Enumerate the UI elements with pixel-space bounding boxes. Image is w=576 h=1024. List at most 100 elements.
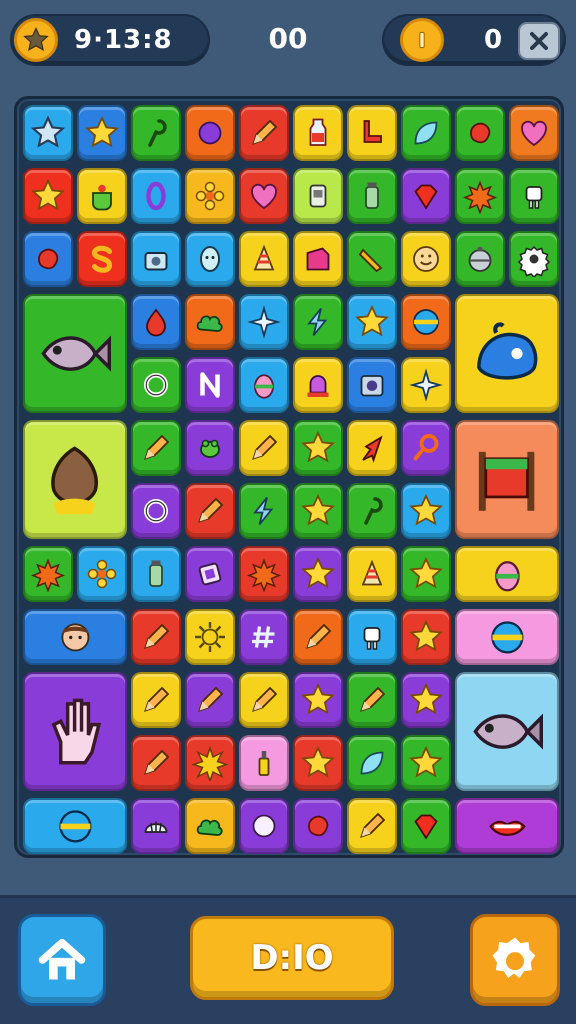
tile-whale-large[interactable] xyxy=(455,294,559,413)
tile-arrow[interactable] xyxy=(347,420,397,476)
tile-cone[interactable] xyxy=(239,231,289,287)
tile-star[interactable] xyxy=(77,105,127,161)
tile-drop[interactable] xyxy=(131,294,181,350)
tile-camera[interactable] xyxy=(131,231,181,287)
tile-ring[interactable] xyxy=(131,357,181,413)
tile-star-7[interactable] xyxy=(293,546,343,602)
tile-pencil-5[interactable] xyxy=(131,609,181,665)
tile-hook-2[interactable] xyxy=(347,483,397,539)
tile-gem-2[interactable] xyxy=(401,798,451,854)
tile-pencil-7[interactable] xyxy=(131,672,181,728)
tile-ball[interactable] xyxy=(401,294,451,350)
tile-sparkle-2[interactable] xyxy=(401,357,451,413)
tile-bush[interactable] xyxy=(185,294,235,350)
tile-leaf-2[interactable] xyxy=(347,735,397,791)
tile-gear[interactable] xyxy=(509,231,559,287)
tile-sun[interactable] xyxy=(185,609,235,665)
tile-ornament[interactable] xyxy=(455,231,505,287)
tile-magnifier[interactable] xyxy=(401,420,451,476)
tile-hook[interactable] xyxy=(131,105,181,161)
tile-pencil-3[interactable] xyxy=(239,420,289,476)
tile-pencil-9[interactable] xyxy=(239,672,289,728)
tile-star-10[interactable] xyxy=(293,672,343,728)
tile-pencil-11[interactable] xyxy=(131,735,181,791)
tile-bush-2[interactable] xyxy=(185,798,235,854)
tile-burst[interactable] xyxy=(185,735,235,791)
tile-star-3[interactable] xyxy=(347,294,397,350)
tile-pencil-10[interactable] xyxy=(347,672,397,728)
tile-pencil-2[interactable] xyxy=(131,420,181,476)
tile-frame[interactable] xyxy=(185,546,235,602)
tile-carrot[interactable] xyxy=(347,231,397,287)
tile-circle[interactable] xyxy=(185,105,235,161)
tile-nail[interactable] xyxy=(239,735,289,791)
tile-robot-2[interactable] xyxy=(347,609,397,665)
tile-splat-2[interactable] xyxy=(23,546,73,602)
tile-splat-3[interactable] xyxy=(239,546,289,602)
tile-flower-2[interactable] xyxy=(77,546,127,602)
tile-pencil-6[interactable] xyxy=(293,609,343,665)
tile-box[interactable] xyxy=(293,231,343,287)
close-button[interactable] xyxy=(518,22,560,60)
tile-star-12[interactable] xyxy=(293,735,343,791)
tile-pot[interactable] xyxy=(77,168,127,224)
tile-egg-large[interactable] xyxy=(455,546,559,602)
tile-star-9[interactable] xyxy=(401,609,451,665)
tile-bottle[interactable] xyxy=(293,105,343,161)
tile-fish-2-large[interactable] xyxy=(455,672,559,791)
home-button[interactable] xyxy=(18,914,106,1006)
tile-jar[interactable] xyxy=(347,168,397,224)
tile-robot[interactable] xyxy=(509,168,559,224)
tile-heart[interactable] xyxy=(509,105,559,161)
tile-device[interactable] xyxy=(293,168,343,224)
tile-blob[interactable] xyxy=(455,105,505,161)
tile-jar-2[interactable] xyxy=(131,546,181,602)
tile-star-5[interactable] xyxy=(293,483,343,539)
tile-ball-large[interactable] xyxy=(455,609,559,665)
tile-bolt[interactable] xyxy=(293,294,343,350)
tile-blob-2[interactable] xyxy=(293,798,343,854)
tile-fish-large[interactable] xyxy=(23,294,127,413)
tile-star-outline[interactable] xyxy=(23,105,73,161)
tile-letter-s[interactable] xyxy=(77,231,127,287)
tile-sparkle[interactable] xyxy=(239,294,289,350)
tile-letter-n[interactable] xyxy=(185,357,235,413)
tile-pencil-4[interactable] xyxy=(185,483,235,539)
tile-shell[interactable] xyxy=(131,798,181,854)
tile-cone-2[interactable] xyxy=(347,546,397,602)
tile-pencil-8[interactable] xyxy=(185,672,235,728)
tile-splat[interactable] xyxy=(455,168,505,224)
tile-boy-large[interactable] xyxy=(23,609,127,665)
tile-zero[interactable] xyxy=(131,168,181,224)
tile-blob-red[interactable] xyxy=(23,231,73,287)
action-button[interactable]: D:IO xyxy=(190,916,394,1000)
tile-chair[interactable] xyxy=(347,105,397,161)
tile-star-2[interactable] xyxy=(23,168,73,224)
tile-smile[interactable] xyxy=(401,231,451,287)
tile-flower[interactable] xyxy=(185,168,235,224)
tile-gem[interactable] xyxy=(401,168,451,224)
tile-ring-2[interactable] xyxy=(131,483,181,539)
tile-leaf[interactable] xyxy=(401,105,451,161)
tile-flag-large[interactable] xyxy=(455,420,559,539)
tile-pencil[interactable] xyxy=(239,105,289,161)
tile-radio[interactable] xyxy=(347,357,397,413)
tile-heart-2[interactable] xyxy=(239,168,289,224)
settings-button[interactable] xyxy=(470,914,560,1006)
tile-star-4[interactable] xyxy=(293,420,343,476)
tile-egg[interactable] xyxy=(239,357,289,413)
tile-lips-large[interactable] xyxy=(455,798,559,854)
tile-nut-large[interactable] xyxy=(23,420,127,539)
tile-star-13[interactable] xyxy=(401,735,451,791)
tile-pencil-12[interactable] xyxy=(347,798,397,854)
tile-face[interactable] xyxy=(185,231,235,287)
tile-hash[interactable] xyxy=(239,609,289,665)
tile-star-6[interactable] xyxy=(401,483,451,539)
tile-star-11[interactable] xyxy=(401,672,451,728)
tile-bolt-2[interactable] xyxy=(239,483,289,539)
tile-bubble[interactable] xyxy=(239,798,289,854)
tile-hand-large[interactable] xyxy=(23,672,127,791)
tile-star-8[interactable] xyxy=(401,546,451,602)
tile-frog[interactable] xyxy=(185,420,235,476)
tile-bell[interactable] xyxy=(293,357,343,413)
